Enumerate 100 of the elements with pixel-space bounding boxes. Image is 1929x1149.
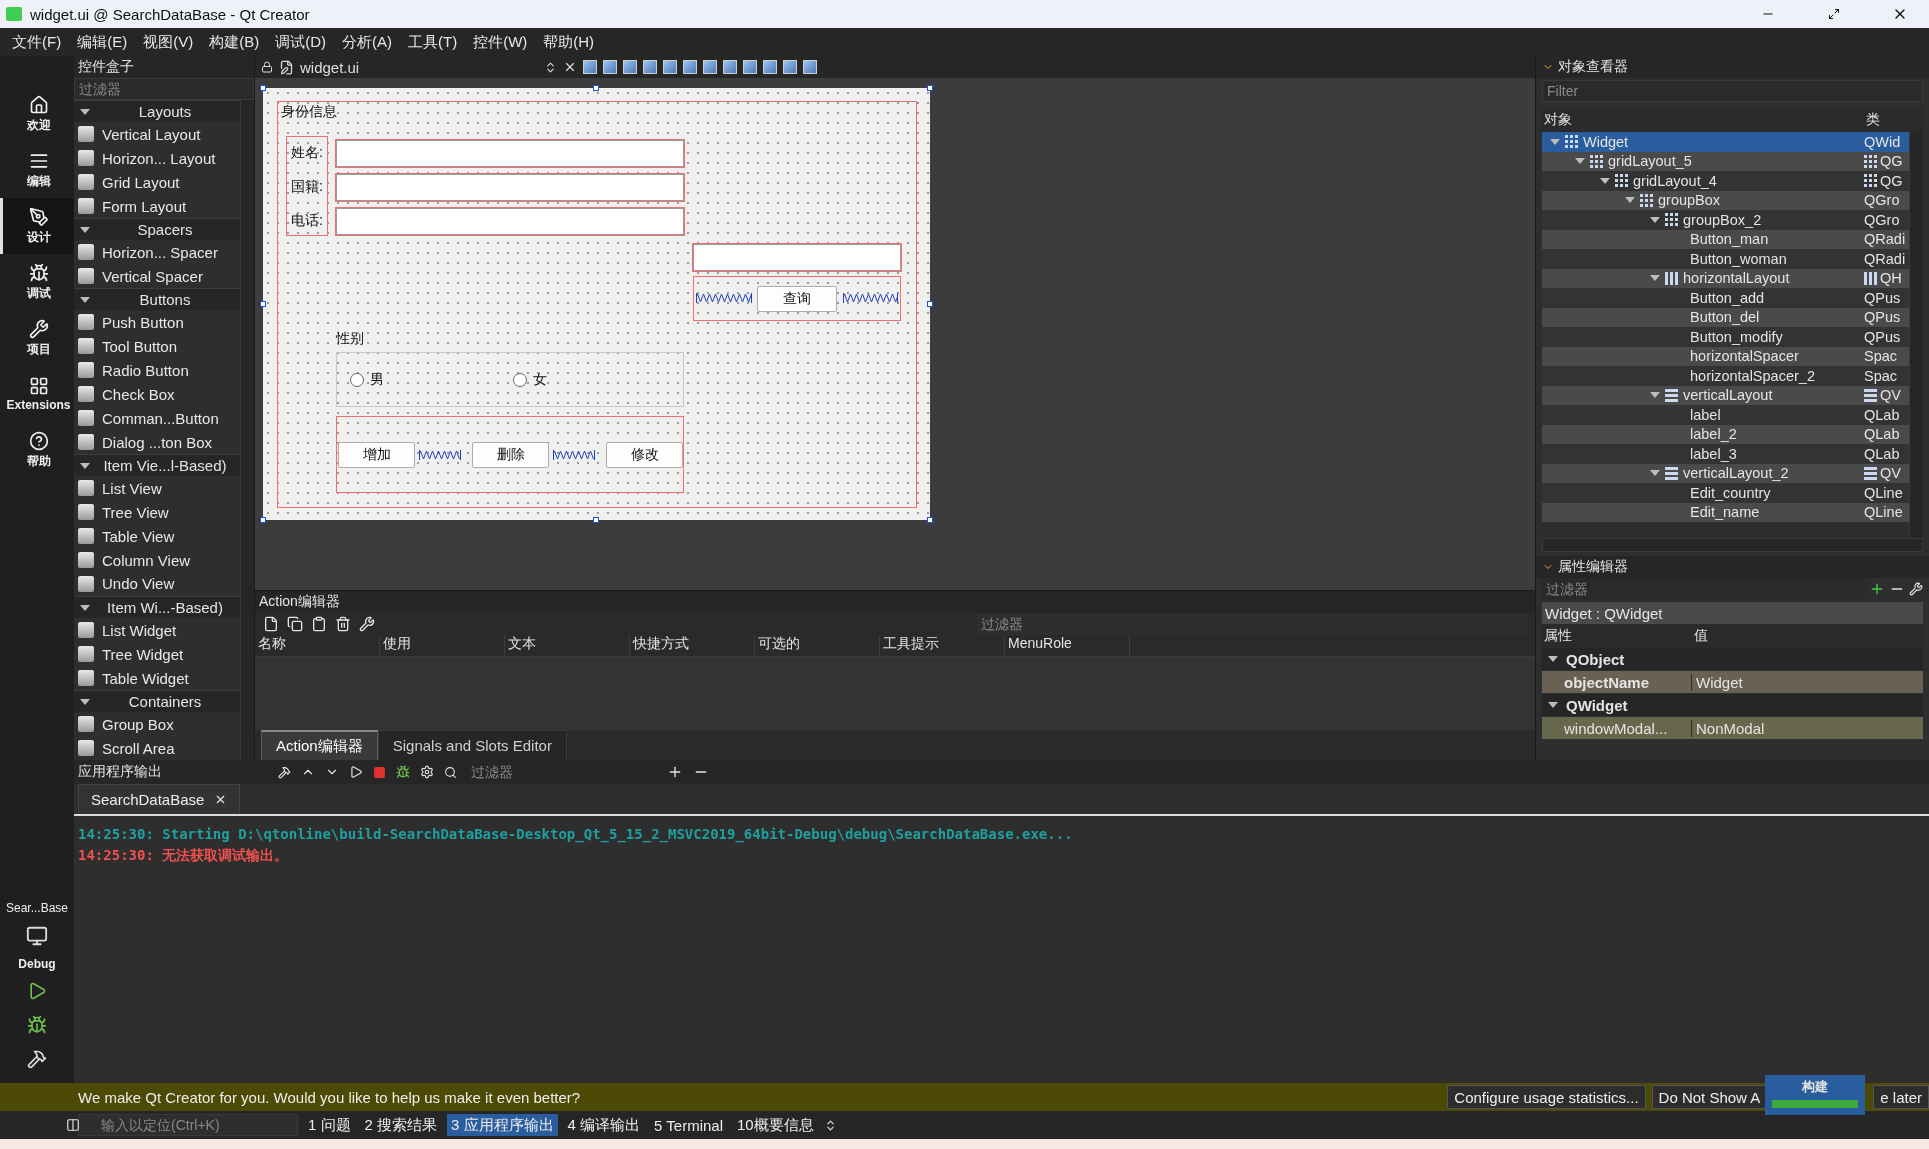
widget-box-item[interactable]: Column View: [74, 548, 240, 572]
menu-item[interactable]: 帮助(H): [535, 32, 603, 52]
column-header[interactable]: 类: [1864, 111, 1908, 129]
widget-box-item[interactable]: List View: [74, 476, 240, 501]
tree-row[interactable]: Widget QWid: [1542, 132, 1909, 152]
info-button[interactable]: Do Not Show A: [1651, 1085, 1768, 1109]
mode-button[interactable]: 编辑: [0, 142, 74, 198]
filter-field[interactable]: 过滤器: [74, 78, 254, 100]
tree-row[interactable]: horizontalSpacer_2 Spac: [1542, 366, 1909, 386]
run-icon[interactable]: [349, 765, 363, 779]
tree-row[interactable]: horizontalSpacer Spac: [1542, 346, 1909, 366]
wrench-icon[interactable]: [1909, 582, 1923, 596]
widget-box-item[interactable]: Radio Button: [74, 358, 240, 383]
property-row[interactable]: objectName Widget: [1542, 671, 1923, 694]
filter-field[interactable]: 过滤器: [1542, 578, 1865, 600]
tree-row[interactable]: Button_del QPus: [1542, 307, 1909, 327]
copy-icon[interactable]: [287, 616, 303, 632]
tree-row[interactable]: label_2 QLab: [1542, 424, 1909, 444]
mode-button[interactable]: 欢迎: [0, 86, 74, 142]
resize-handle[interactable]: [260, 85, 266, 91]
tree-row[interactable]: Button_add QPus: [1542, 288, 1909, 308]
mode-button[interactable]: Extensions: [0, 366, 74, 422]
add-icon[interactable]: [1869, 581, 1885, 597]
status-tab[interactable]: 2 搜索结果: [360, 1114, 442, 1136]
widget-box-item[interactable]: Dialog ...ton Box: [74, 430, 240, 454]
column-header[interactable]: 对象: [1542, 111, 1864, 129]
form-button[interactable]: 删除: [472, 442, 549, 468]
info-button[interactable]: e later: [1873, 1085, 1929, 1109]
widget-box-item[interactable]: Table Widget: [74, 666, 240, 690]
resize-handle[interactable]: [260, 301, 266, 307]
widget-box-item[interactable]: Comman...Button: [74, 406, 240, 431]
status-tab[interactable]: 10概要信息: [733, 1114, 818, 1136]
widget-box-item[interactable]: List Widget: [74, 618, 240, 643]
resize-handle[interactable]: [260, 517, 266, 523]
settings-icon[interactable]: [420, 765, 434, 779]
widget-box-item[interactable]: Horizon... Layout: [74, 146, 240, 171]
locator-field[interactable]: 输入以定位(Ctrl+K): [78, 1114, 298, 1136]
widget-box-item[interactable]: Grid Layout: [74, 170, 240, 195]
tree-row[interactable]: Button_modify QPus: [1542, 327, 1909, 347]
widget-box-item[interactable]: Tool Button: [74, 334, 240, 359]
tree-row[interactable]: label_3 QLab: [1542, 444, 1909, 464]
resize-handle[interactable]: [927, 301, 933, 307]
radio-button[interactable]: 男: [350, 371, 384, 389]
filter-field[interactable]: Filter: [1542, 80, 1923, 102]
widget-box-item[interactable]: Scroll Area: [74, 736, 240, 760]
widget-box-item[interactable]: Vertical Spacer: [74, 264, 240, 289]
category-header[interactable]: Spacers: [74, 218, 240, 241]
column-header[interactable]: 值: [1692, 627, 1892, 645]
resize-handle[interactable]: [927, 517, 933, 523]
tree-row[interactable]: verticalLayout QV: [1542, 385, 1909, 405]
info-button[interactable]: Configure usage statistics...: [1447, 1085, 1646, 1109]
input-field[interactable]: [336, 208, 684, 235]
new-icon[interactable]: [263, 616, 279, 632]
status-tab[interactable]: 4 编译输出: [563, 1114, 645, 1136]
resize-handle[interactable]: [593, 517, 599, 523]
menu-item[interactable]: 调试(D): [267, 32, 334, 52]
filter-field[interactable]: 过滤器: [977, 613, 1527, 635]
clear-icon[interactable]: [278, 765, 291, 779]
tree-row[interactable]: gridLayout_4 QG: [1542, 171, 1909, 191]
category-header[interactable]: Item Vie...l-Based): [74, 454, 240, 477]
paste-icon[interactable]: [311, 616, 327, 632]
delete-icon[interactable]: [335, 616, 351, 632]
dropdown-icon[interactable]: [544, 60, 557, 74]
menu-item[interactable]: 构建(B): [201, 32, 268, 52]
widget-box-item[interactable]: Table View: [74, 524, 240, 549]
close-icon[interactable]: [563, 60, 577, 74]
menu-item[interactable]: 控件(W): [465, 32, 536, 52]
output-tab[interactable]: SearchDataBase: [78, 784, 241, 814]
column-header[interactable]: MenuRole: [1005, 635, 1130, 656]
tree-row[interactable]: gridLayout_5 QG: [1542, 151, 1909, 171]
resize-handle[interactable]: [593, 85, 599, 91]
menu-item[interactable]: 分析(A): [334, 32, 400, 52]
menu-item[interactable]: 文件(F): [4, 32, 70, 52]
widget-box-item[interactable]: Group Box: [74, 712, 240, 737]
column-header[interactable]: 文本: [505, 635, 630, 656]
widget-box-item[interactable]: Undo View: [74, 572, 240, 596]
resize-handle[interactable]: [927, 85, 933, 91]
tree-row[interactable]: groupBox_2 QGro: [1542, 210, 1909, 230]
widget-box-item[interactable]: Tree View: [74, 500, 240, 525]
category-header[interactable]: Item Wi...-Based): [74, 595, 240, 619]
scrollbar[interactable]: [1909, 132, 1923, 538]
tree-row[interactable]: Button_woman QRadi: [1542, 249, 1909, 269]
tab[interactable]: Action编辑器: [261, 730, 378, 760]
stop-icon[interactable]: [373, 765, 386, 779]
column-header[interactable]: 可选的: [755, 635, 880, 656]
menu-item[interactable]: 视图(V): [135, 32, 202, 52]
menu-item[interactable]: 工具(T): [400, 32, 466, 52]
tree-row[interactable]: Button_man QRadi: [1542, 229, 1909, 249]
status-tab[interactable]: 1 问题: [304, 1114, 355, 1136]
widget-box-item[interactable]: Form Layout: [74, 194, 240, 218]
mode-button[interactable]: 设计: [0, 198, 74, 254]
tree-row[interactable]: verticalLayout_2 QV: [1542, 463, 1909, 483]
column-header[interactable]: 快捷方式: [630, 635, 755, 656]
status-tab[interactable]: 5 Terminal: [650, 1114, 727, 1136]
category-header[interactable]: Layouts: [74, 100, 240, 123]
tree-row[interactable]: horizontalLayout QH: [1542, 268, 1909, 288]
debug-icon[interactable]: [396, 765, 410, 779]
widget-box-item[interactable]: Vertical Layout: [74, 122, 240, 147]
column-header[interactable]: 属性: [1542, 627, 1692, 645]
mode-button[interactable]: 项目: [0, 310, 74, 366]
